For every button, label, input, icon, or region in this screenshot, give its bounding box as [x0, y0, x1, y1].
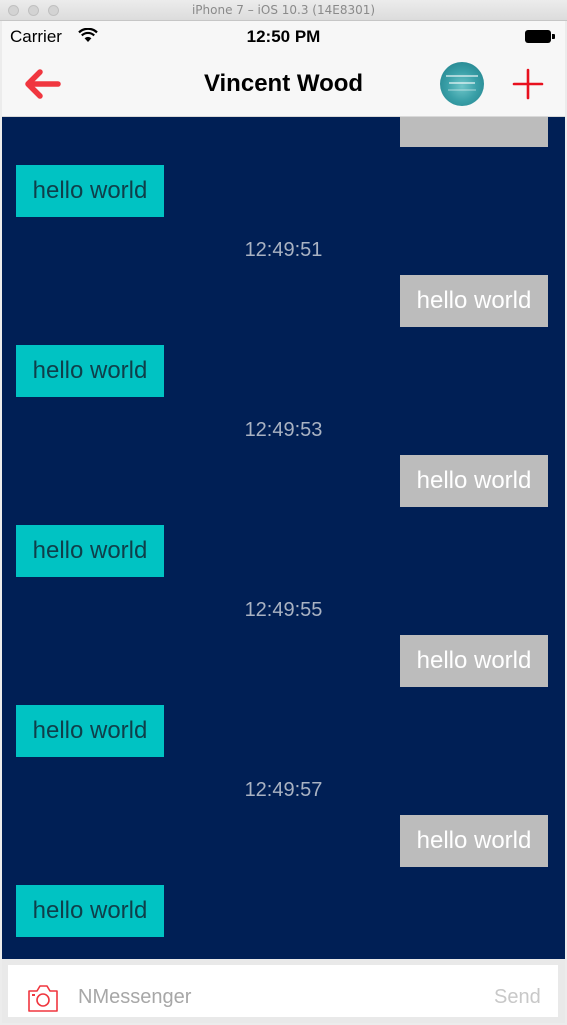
plus-icon[interactable] — [510, 66, 546, 102]
outgoing-message-bubble: hello world — [400, 815, 548, 867]
incoming-message-bubble: hello world — [16, 165, 164, 217]
incoming-message-bubble: hello world — [16, 705, 164, 757]
outgoing-message-bubble: hello world — [400, 275, 548, 327]
avatar[interactable] — [440, 62, 484, 106]
incoming-message-bubble: hello world — [16, 345, 164, 397]
device-screen: Carrier 12:50 PM Vincent Wood hello worl… — [2, 21, 565, 1023]
message-input[interactable] — [76, 979, 460, 1015]
status-time: 12:50 PM — [246, 27, 321, 46]
message-list[interactable]: hello world 12:49:51 hello world hello worl… — [2, 117, 565, 959]
battery-icon — [525, 30, 555, 43]
outgoing-message-bubble — [400, 117, 548, 147]
simulator-title-bar: iPhone 7 – iOS 10.3 (14E8301) — [0, 0, 567, 21]
message-timestamp: 12:49:55 — [244, 599, 323, 621]
message-timestamp: 12:49:53 — [244, 419, 323, 441]
outgoing-message-bubble: hello world — [400, 455, 548, 507]
incoming-message-bubble: hello world — [16, 525, 164, 577]
outgoing-message-bubble: hello world — [400, 635, 548, 687]
input-container: Send — [8, 965, 558, 1017]
incoming-message-bubble: hello world — [16, 885, 164, 937]
back-arrow-icon[interactable] — [22, 66, 62, 102]
navigation-bar: Vincent Wood — [2, 52, 565, 117]
window-title: iPhone 7 – iOS 10.3 (14E8301) — [191, 3, 376, 17]
status-bar: Carrier 12:50 PM — [2, 21, 565, 52]
message-timestamp: 12:49:57 — [244, 779, 323, 801]
input-bar: Send — [2, 959, 565, 1023]
send-button[interactable]: Send — [494, 986, 541, 1009]
message-timestamp: 12:49:51 — [244, 239, 323, 261]
camera-icon[interactable] — [26, 983, 60, 1013]
